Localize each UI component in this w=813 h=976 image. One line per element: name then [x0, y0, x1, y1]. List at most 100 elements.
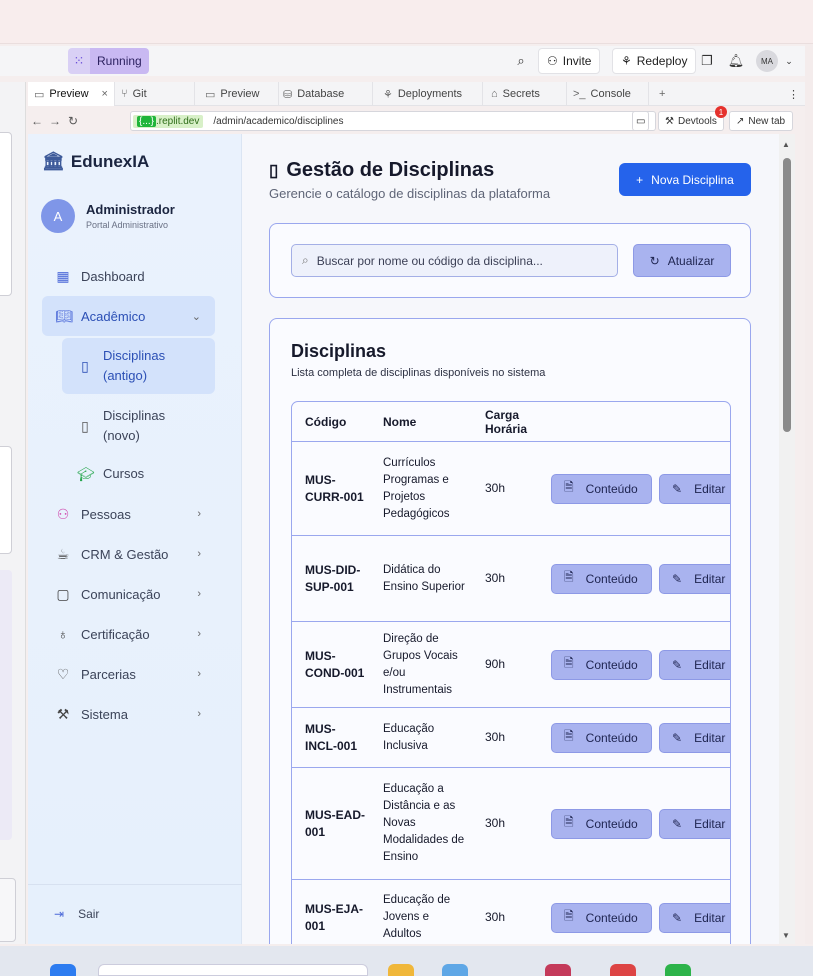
- scroll-up-icon[interactable]: ▲: [782, 140, 790, 149]
- sidebar-item-crm[interactable]: ☕︎ CRM & Gestão ›: [42, 534, 215, 574]
- content-button[interactable]: 🗎︎ Conteúdo: [551, 722, 652, 753]
- back-icon[interactable]: ←: [28, 114, 46, 128]
- sidebar-item-parcerias[interactable]: ♡ Parcerias ›: [42, 654, 215, 694]
- content-label: Conteúdo: [585, 816, 638, 831]
- new-tab-label: New tab: [748, 115, 786, 127]
- wrench-icon: ⚒: [665, 115, 674, 127]
- card-subtitle: Lista completa de disciplinas disponívei…: [291, 367, 546, 379]
- file-icon: 🗎︎: [564, 656, 574, 670]
- sidebar-item-academico[interactable]: 📖︎ Acadêmico ⌄: [42, 296, 215, 336]
- scrollbar-thumb[interactable]: [783, 158, 791, 432]
- content-label: Conteúdo: [585, 571, 638, 586]
- content-button[interactable]: 🗎︎ Conteúdo: [551, 649, 652, 680]
- close-icon[interactable]: ×: [102, 88, 108, 100]
- desktop-top-area: [0, 0, 813, 44]
- user-avatar[interactable]: MA: [756, 50, 778, 72]
- app-icon[interactable]: [442, 964, 468, 976]
- edit-button[interactable]: ✎ Editar: [659, 563, 730, 594]
- sidebar-item-sistema[interactable]: ⚒ Sistema ›: [42, 694, 215, 734]
- devtools-button[interactable]: ⚒ Devtools 1: [658, 106, 727, 131]
- reload-icon[interactable]: ↻: [64, 114, 82, 128]
- search-placeholder: Buscar por nome ou código da disciplina.…: [316, 253, 543, 268]
- panel-box: [0, 878, 16, 942]
- more-icon[interactable]: ⋮: [782, 82, 805, 106]
- cell-code: MUS-EJA-001: [305, 901, 364, 933]
- url-input[interactable]: {...} .replit.dev /admin/academico/discip…: [130, 111, 656, 131]
- content-button[interactable]: 🗎︎ Conteúdo: [551, 902, 652, 933]
- invite-button[interactable]: ⚇ Invite: [538, 48, 601, 74]
- refresh-button[interactable]: ↻ Atualizar: [633, 244, 731, 277]
- tab-secrets[interactable]: ⌂ Secrets: [483, 82, 567, 106]
- tab-git[interactable]: ⑂ Git: [115, 82, 195, 106]
- scroll-down-icon[interactable]: ▼: [782, 931, 790, 940]
- app-icon[interactable]: [545, 964, 571, 976]
- screen-icon[interactable]: ▭: [632, 111, 650, 131]
- invite-label: Invite: [562, 54, 592, 68]
- content-button[interactable]: 🗎︎ Conteúdo: [551, 808, 652, 839]
- brand-logo[interactable]: 🏛︎ EdunexIA: [42, 151, 149, 172]
- sidebar-item-comunicacao[interactable]: ▢ Comunicação ›: [42, 574, 215, 614]
- content-button[interactable]: 🗎︎ Conteúdo: [551, 563, 652, 594]
- search-icon[interactable]: ⌕: [510, 50, 532, 72]
- folder-icon[interactable]: [388, 964, 414, 976]
- forward-icon[interactable]: →: [46, 114, 64, 128]
- edit-label: Editar: [694, 571, 726, 586]
- pencil-icon: ✎: [672, 910, 683, 925]
- tab-database[interactable]: ⛁ Database: [279, 82, 373, 106]
- lock-icon: ⌂: [490, 88, 498, 100]
- whatsapp-icon[interactable]: [665, 964, 691, 976]
- redeploy-label: Redeploy: [636, 54, 688, 68]
- sidebar-item-pessoas[interactable]: ⚇ Pessoas ›: [42, 494, 215, 534]
- tab-preview[interactable]: ▭ Preview ×: [28, 82, 115, 106]
- logout-label: Sair: [78, 907, 100, 921]
- tab-deployments[interactable]: ⚘ Deployments: [373, 82, 483, 106]
- logout-button[interactable]: ⇥ Sair: [54, 907, 99, 921]
- cell-code: MUS-DID-SUP-001: [305, 562, 361, 594]
- chevron-down-icon[interactable]: ⌄: [778, 50, 800, 72]
- bell-icon[interactable]: 🔔︎: [725, 50, 747, 72]
- new-tab-button[interactable]: ↗ New tab: [729, 111, 793, 131]
- chevron-down-icon: ⌄: [191, 310, 201, 323]
- table-row: MUS-INCL-001 Educação Inclusiva 30h 🗎︎ Conte…: [292, 708, 730, 768]
- new-discipline-button[interactable]: + Nova Disciplina: [619, 163, 751, 196]
- sidebar-item-certificacao[interactable]: ♁ Certificação ›: [42, 614, 215, 654]
- edit-button[interactable]: ✎ Editar: [659, 808, 730, 839]
- layers-icon[interactable]: ❐: [696, 50, 718, 72]
- edit-button[interactable]: ✎ Editar: [659, 473, 730, 504]
- redeploy-button[interactable]: ⚘ Redeploy: [612, 48, 697, 74]
- sidebar-item-disciplinas-novo[interactable]: ▯ Disciplinas (novo): [62, 398, 215, 454]
- search-input[interactable]: ⌕ Buscar por nome ou código da disciplin…: [291, 244, 618, 277]
- add-tab-button[interactable]: +: [649, 82, 671, 106]
- edit-button[interactable]: ✎ Editar: [659, 722, 730, 753]
- deploy-icon: ⚘: [382, 88, 393, 101]
- page-title-text: Gestão de Disciplinas: [286, 159, 495, 181]
- cell-hours: 30h: [485, 730, 506, 744]
- panel-box: [0, 570, 12, 840]
- monitor-icon: ▭: [204, 88, 216, 101]
- page-scrollbar[interactable]: ▲ ▼: [779, 134, 795, 944]
- column-header-code: Código: [305, 415, 347, 429]
- cell-code: MUS-INCL-001: [305, 721, 358, 753]
- content-button[interactable]: 🗎︎ Conteúdo: [551, 473, 652, 504]
- page-title: ▯ Gestão de Disciplinas: [269, 159, 494, 182]
- edit-button[interactable]: ✎ Editar: [659, 649, 730, 680]
- tab-console[interactable]: >_ Console: [567, 82, 649, 106]
- table-row: MUS-DID-SUP-001 Didática do Ensino Superi…: [292, 536, 730, 622]
- user-name: Administrador: [86, 202, 175, 217]
- windows-start-icon[interactable]: [50, 964, 76, 976]
- browser-urlbar: ← → ↻ {...} .replit.dev /admin/academico/…: [28, 106, 793, 132]
- tab-preview-2[interactable]: ▭ Preview: [195, 82, 279, 106]
- run-status[interactable]: ⁙ Running: [68, 48, 149, 74]
- sidebar-item-dashboard[interactable]: ▦ Dashboard: [42, 256, 215, 296]
- deploy-icon: ⚘: [621, 54, 632, 68]
- coffee-icon: ☕︎: [56, 545, 70, 562]
- sidebar-item-disciplinas-antigo[interactable]: ▯ Disciplinas (antigo): [62, 338, 215, 394]
- edit-button[interactable]: ✎ Editar: [659, 902, 730, 933]
- sidebar-item-cursos[interactable]: 🎓︎ Cursos: [62, 454, 215, 494]
- taskbar-search[interactable]: [98, 964, 368, 976]
- refresh-icon: ↻: [649, 253, 660, 268]
- sidebar-item-label: Cursos: [103, 466, 145, 481]
- file-icon: 🗎︎: [564, 480, 574, 494]
- app-icon[interactable]: [610, 964, 636, 976]
- page-subtitle: Gerencie o catálogo de disciplinas da pl…: [269, 186, 551, 201]
